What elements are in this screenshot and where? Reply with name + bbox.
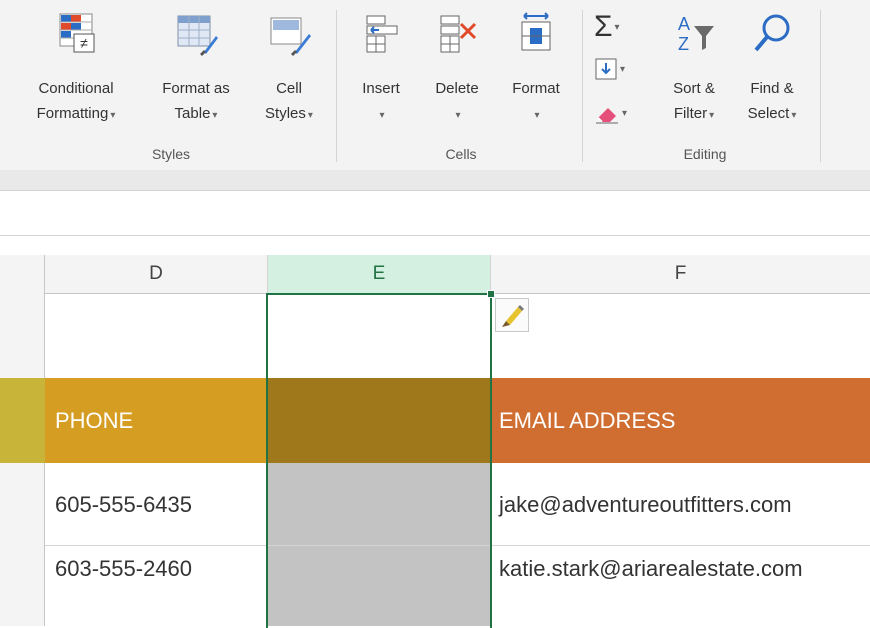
phone-value: 603-555-2460 xyxy=(55,556,193,581)
selected-column-cell[interactable] xyxy=(268,546,490,626)
email-header-cell[interactable]: EMAIL ADDRESS xyxy=(491,378,870,463)
format-as-table-button[interactable]: Format as Table ▾ xyxy=(142,6,250,146)
delete-label: Delete xyxy=(435,80,479,97)
delete-button[interactable]: Delete ▾ xyxy=(422,6,492,146)
editing-group-label: Editing xyxy=(683,146,727,162)
conditional-formatting-icon: ≠ xyxy=(59,13,95,53)
sort-filter-label-1: Sort & xyxy=(673,80,715,97)
svg-text:≠: ≠ xyxy=(80,35,88,51)
selected-header-cell[interactable] xyxy=(268,378,490,463)
column-header-e[interactable]: E xyxy=(268,255,490,295)
sort-filter-icon: A Z xyxy=(678,14,714,54)
email-value: jake@adventureoutfitters.com xyxy=(499,491,792,517)
svg-text:Z: Z xyxy=(678,34,689,54)
column-f-label: F xyxy=(674,263,687,284)
format-painter-icon xyxy=(502,305,524,327)
sigma-icon: Σ xyxy=(594,10,613,43)
sort-filter-button[interactable]: A Z Sort & Filter ▾ xyxy=(656,6,732,146)
insert-label: Insert xyxy=(362,80,400,97)
format-cells-icon xyxy=(521,12,551,51)
chevron-down-icon: ▾ xyxy=(534,110,540,121)
format-as-table-label-2: Table xyxy=(174,105,211,122)
chevron-down-icon: ▾ xyxy=(379,110,385,121)
format-button[interactable]: Format ▾ xyxy=(496,6,576,146)
find-select-label-1: Find & xyxy=(750,80,794,97)
selected-column-cell[interactable] xyxy=(268,463,490,546)
column-divider xyxy=(267,255,268,293)
email-value: katie.stark@ariarealestate.com xyxy=(499,556,803,581)
email-cell[interactable]: jake@adventureoutfitters.com xyxy=(491,463,870,546)
fill-handle[interactable] xyxy=(487,290,495,298)
column-d-label: D xyxy=(149,263,163,284)
group-divider xyxy=(336,10,337,162)
column-header-d[interactable]: D xyxy=(45,255,267,294)
formula-bar[interactable] xyxy=(0,191,870,236)
cells-group-label: Cells xyxy=(445,146,477,162)
chevron-down-icon: ▾ xyxy=(110,110,116,121)
phone-cell[interactable]: 603-555-2460 xyxy=(45,546,267,626)
format-label: Format xyxy=(512,80,560,97)
styles-group-label: Styles xyxy=(151,146,191,162)
sort-filter-label-2: Filter xyxy=(673,105,708,122)
chevron-down-icon: ▾ xyxy=(709,110,715,121)
email-header-text: EMAIL ADDRESS xyxy=(499,407,676,433)
delete-cells-icon xyxy=(440,15,477,53)
chevron-down-icon: ▾ xyxy=(620,63,626,75)
conditional-formatting-label-2: Formatting xyxy=(36,105,109,122)
fill-button[interactable]: ▾ xyxy=(594,52,625,86)
ribbon: ≠ Conditional Formatting ▾ Format as Tabl… xyxy=(0,0,870,170)
format-as-table-label-1: Format as xyxy=(162,80,230,97)
column-divider xyxy=(490,294,491,378)
chevron-down-icon: ▾ xyxy=(791,110,797,121)
insert-button[interactable]: Insert ▾ xyxy=(346,6,416,146)
ribbon-bottom-band xyxy=(0,170,870,191)
phone-cell[interactable]: 605-555-6435 xyxy=(45,463,267,546)
chevron-down-icon: ▾ xyxy=(212,110,218,121)
group-divider xyxy=(820,10,821,162)
blank-row[interactable] xyxy=(45,294,870,378)
cell-styles-icon xyxy=(270,17,311,56)
paste-options-button[interactable] xyxy=(495,298,529,332)
cell-styles-button[interactable]: Cell Styles ▾ xyxy=(250,6,328,146)
phone-header-cell[interactable]: PHONE xyxy=(45,378,267,463)
chevron-down-icon: ▾ xyxy=(614,21,620,33)
column-header-f[interactable]: F xyxy=(491,255,870,294)
row-header-accent xyxy=(0,378,45,463)
chevron-down-icon: ▾ xyxy=(307,110,313,121)
search-icon xyxy=(754,14,790,52)
fill-down-icon xyxy=(595,58,617,80)
column-divider xyxy=(267,294,268,378)
chevron-down-icon: ▾ xyxy=(455,110,461,121)
format-as-table-icon xyxy=(177,15,218,56)
email-cell[interactable]: katie.stark@ariarealestate.com xyxy=(491,546,870,626)
conditional-formatting-label-1: Conditional xyxy=(38,80,114,97)
autosum-button[interactable]: Σ ▾ xyxy=(594,10,620,44)
insert-cells-icon xyxy=(366,15,398,53)
cell-styles-label-2: Styles xyxy=(265,105,306,122)
cell-styles-label-1: Cell xyxy=(276,80,302,97)
conditional-formatting-button[interactable]: ≠ Conditional Formatting ▾ xyxy=(14,6,138,146)
find-select-button[interactable]: Find & Select ▾ xyxy=(734,6,810,146)
phone-header-text: PHONE xyxy=(55,407,134,433)
find-select-label-2: Select xyxy=(747,105,790,122)
eraser-icon xyxy=(596,108,618,124)
clear-button[interactable]: ▾ xyxy=(594,96,627,130)
column-e-label: E xyxy=(372,263,386,284)
group-divider xyxy=(582,10,583,162)
column-divider xyxy=(490,255,491,293)
svg-text:A: A xyxy=(678,14,690,34)
phone-value: 605-555-6435 xyxy=(55,491,193,517)
chevron-down-icon: ▾ xyxy=(622,107,628,119)
